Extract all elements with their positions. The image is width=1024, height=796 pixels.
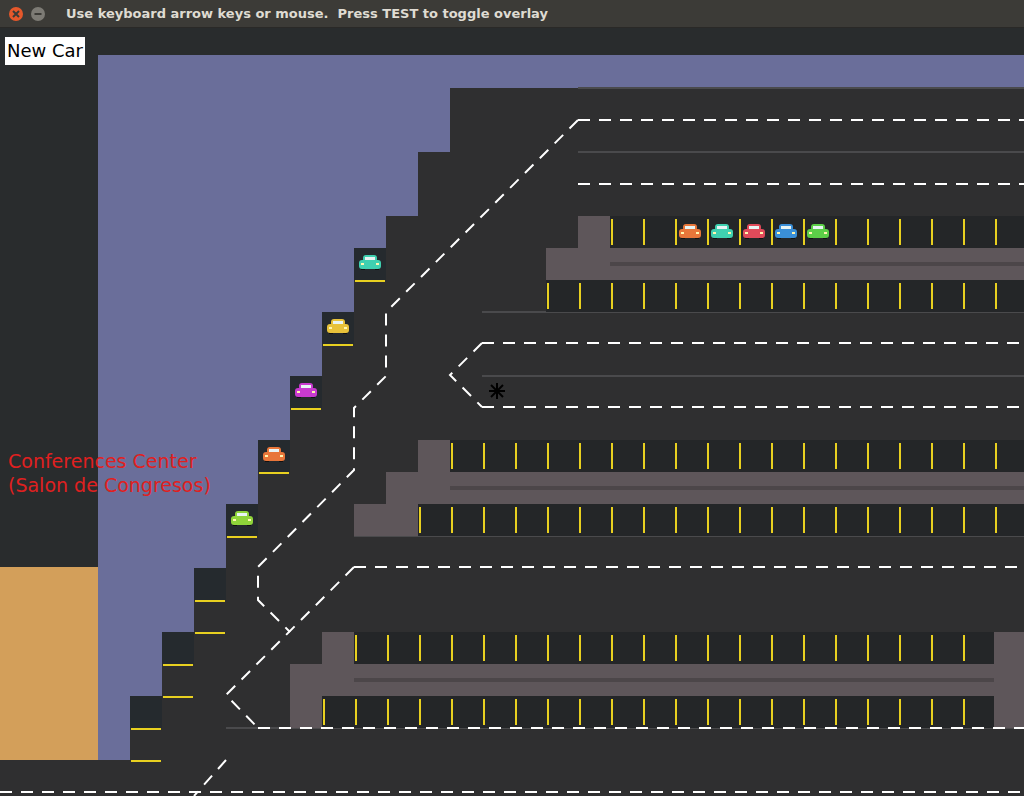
car[interactable]	[231, 511, 253, 526]
game-canvas[interactable]: New Car Conferences Center (Salon de Con…	[0, 28, 1024, 796]
ramp-spot	[322, 312, 354, 344]
car[interactable]	[679, 224, 701, 239]
label-line: (Salon de Congresos)	[8, 473, 211, 497]
car[interactable]	[327, 319, 349, 334]
ramp-spot	[130, 696, 162, 728]
car[interactable]	[743, 224, 765, 239]
ramp-spot	[258, 440, 290, 472]
car[interactable]	[359, 255, 381, 270]
title-bar: Use keyboard arrow keys or mouse. Press …	[0, 0, 1024, 28]
target-icon	[489, 383, 505, 399]
ramp-spot	[354, 248, 386, 280]
car[interactable]	[263, 447, 285, 462]
minimize-icon[interactable]	[30, 6, 46, 22]
new-car-button[interactable]: New Car	[5, 37, 85, 65]
close-icon[interactable]	[8, 6, 24, 22]
ramp-spot	[290, 376, 322, 408]
car[interactable]	[807, 224, 829, 239]
car[interactable]	[295, 383, 317, 398]
ramp-spot	[226, 504, 258, 536]
ramp-spot	[194, 568, 226, 600]
ramp-spot	[162, 632, 194, 664]
car[interactable]	[711, 224, 733, 239]
parking-map[interactable]	[0, 28, 1024, 796]
car[interactable]	[775, 224, 797, 239]
conference-center-label: Conferences Center (Salon de Congresos)	[8, 449, 211, 497]
window-title: Use keyboard arrow keys or mouse. Press …	[66, 4, 548, 24]
label-line: Conferences Center	[8, 449, 211, 473]
